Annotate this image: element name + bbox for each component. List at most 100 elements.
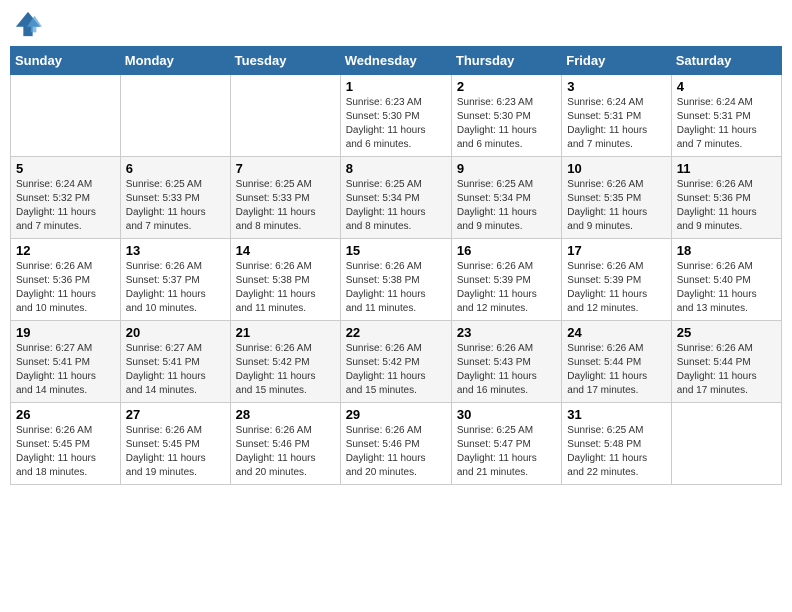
day-number: 10 <box>567 161 665 176</box>
calendar-cell <box>11 75 121 157</box>
calendar-cell <box>230 75 340 157</box>
calendar-cell: 28 Sunrise: 6:26 AM Sunset: 5:46 PM Dayli… <box>230 403 340 485</box>
day-number: 20 <box>126 325 225 340</box>
calendar-week-5: 26 Sunrise: 6:26 AM Sunset: 5:45 PM Dayli… <box>11 403 782 485</box>
calendar-cell: 8 Sunrise: 6:25 AM Sunset: 5:34 PM Daylig… <box>340 157 451 239</box>
calendar-cell: 10Sunrise: 6:26 AM Sunset: 5:35 PM Dayli… <box>562 157 671 239</box>
cell-info: Sunrise: 6:26 AM Sunset: 5:46 PM Dayligh… <box>346 424 446 480</box>
cell-info: Sunrise: 6:25 AM Sunset: 5:34 PM Dayligh… <box>346 178 446 234</box>
day-number: 31 <box>567 407 665 422</box>
cell-info: Sunrise: 6:26 AM Sunset: 5:39 PM Dayligh… <box>567 260 665 316</box>
calendar-cell: 27 Sunrise: 6:26 AM Sunset: 5:45 PM Dayli… <box>120 403 230 485</box>
day-number: 4 <box>677 79 776 94</box>
calendar-cell <box>671 403 781 485</box>
cell-info: Sunrise: 6:26 AM Sunset: 5:42 PM Dayligh… <box>346 342 446 398</box>
day-number: 7 <box>236 161 335 176</box>
calendar-week-4: 19 Sunrise: 6:27 AM Sunset: 5:41 PM Dayli… <box>11 321 782 403</box>
calendar-week-1: 1 Sunrise: 6:23 AM Sunset: 5:30 PM Daylig… <box>11 75 782 157</box>
day-number: 1 <box>346 79 446 94</box>
day-number: 14 <box>236 243 335 258</box>
day-number: 28 <box>236 407 335 422</box>
calendar-week-3: 12 Sunrise: 6:26 AM Sunset: 5:36 PM Dayli… <box>11 239 782 321</box>
calendar-header-wednesday: Wednesday <box>340 47 451 75</box>
calendar-cell: 24 Sunrise: 6:26 AM Sunset: 5:44 PM Dayli… <box>562 321 671 403</box>
logo <box>14 10 44 38</box>
cell-info: Sunrise: 6:26 AM Sunset: 5:38 PM Dayligh… <box>236 260 335 316</box>
cell-info: Sunrise: 6:26 AM Sunset: 5:42 PM Dayligh… <box>236 342 335 398</box>
cell-info: Sunrise: 6:26 AM Sunset: 5:44 PM Dayligh… <box>677 342 776 398</box>
day-number: 15 <box>346 243 446 258</box>
day-number: 26 <box>16 407 115 422</box>
calendar-week-2: 5 Sunrise: 6:24 AM Sunset: 5:32 PM Daylig… <box>11 157 782 239</box>
day-number: 17 <box>567 243 665 258</box>
calendar-cell: 21 Sunrise: 6:26 AM Sunset: 5:42 PM Dayli… <box>230 321 340 403</box>
cell-info: Sunrise: 6:26 AM Sunset: 5:36 PM Dayligh… <box>677 178 776 234</box>
cell-info: Sunrise: 6:25 AM Sunset: 5:33 PM Dayligh… <box>236 178 335 234</box>
cell-info: Sunrise: 6:23 AM Sunset: 5:30 PM Dayligh… <box>457 96 556 152</box>
calendar-cell: 26 Sunrise: 6:26 AM Sunset: 5:45 PM Dayli… <box>11 403 121 485</box>
calendar-cell: 15 Sunrise: 6:26 AM Sunset: 5:38 PM Dayli… <box>340 239 451 321</box>
calendar-cell: 13Sunrise: 6:26 AM Sunset: 5:37 PM Dayli… <box>120 239 230 321</box>
calendar-cell: 25 Sunrise: 6:26 AM Sunset: 5:44 PM Dayli… <box>671 321 781 403</box>
calendar-cell: 12 Sunrise: 6:26 AM Sunset: 5:36 PM Dayli… <box>11 239 121 321</box>
cell-info: Sunrise: 6:26 AM Sunset: 5:37 PM Dayligh… <box>126 260 225 316</box>
day-number: 2 <box>457 79 556 94</box>
cell-info: Sunrise: 6:26 AM Sunset: 5:39 PM Dayligh… <box>457 260 556 316</box>
cell-info: Sunrise: 6:26 AM Sunset: 5:46 PM Dayligh… <box>236 424 335 480</box>
page-header <box>10 10 782 38</box>
cell-info: Sunrise: 6:27 AM Sunset: 5:41 PM Dayligh… <box>126 342 225 398</box>
day-number: 8 <box>346 161 446 176</box>
calendar-cell: 22 Sunrise: 6:26 AM Sunset: 5:42 PM Dayli… <box>340 321 451 403</box>
cell-info: Sunrise: 6:26 AM Sunset: 5:43 PM Dayligh… <box>457 342 556 398</box>
day-number: 16 <box>457 243 556 258</box>
cell-info: Sunrise: 6:24 AM Sunset: 5:31 PM Dayligh… <box>677 96 776 152</box>
day-number: 5 <box>16 161 115 176</box>
calendar-cell: 5 Sunrise: 6:24 AM Sunset: 5:32 PM Daylig… <box>11 157 121 239</box>
calendar-cell: 4 Sunrise: 6:24 AM Sunset: 5:31 PM Daylig… <box>671 75 781 157</box>
calendar-cell: 29 Sunrise: 6:26 AM Sunset: 5:46 PM Dayli… <box>340 403 451 485</box>
cell-info: Sunrise: 6:27 AM Sunset: 5:41 PM Dayligh… <box>16 342 115 398</box>
calendar-cell: 11 Sunrise: 6:26 AM Sunset: 5:36 PM Dayli… <box>671 157 781 239</box>
calendar-cell: 16 Sunrise: 6:26 AM Sunset: 5:39 PM Dayli… <box>451 239 561 321</box>
cell-info: Sunrise: 6:25 AM Sunset: 5:47 PM Dayligh… <box>457 424 556 480</box>
day-number: 6 <box>126 161 225 176</box>
day-number: 19 <box>16 325 115 340</box>
calendar-cell: 19 Sunrise: 6:27 AM Sunset: 5:41 PM Dayli… <box>11 321 121 403</box>
day-number: 18 <box>677 243 776 258</box>
day-number: 12 <box>16 243 115 258</box>
cell-info: Sunrise: 6:25 AM Sunset: 5:34 PM Dayligh… <box>457 178 556 234</box>
cell-info: Sunrise: 6:26 AM Sunset: 5:38 PM Dayligh… <box>346 260 446 316</box>
day-number: 11 <box>677 161 776 176</box>
calendar-cell: 3Sunrise: 6:24 AM Sunset: 5:31 PM Daylig… <box>562 75 671 157</box>
day-number: 24 <box>567 325 665 340</box>
logo-icon <box>14 10 42 38</box>
cell-info: Sunrise: 6:26 AM Sunset: 5:45 PM Dayligh… <box>126 424 225 480</box>
day-number: 25 <box>677 325 776 340</box>
day-number: 29 <box>346 407 446 422</box>
calendar-header-friday: Friday <box>562 47 671 75</box>
calendar-header-monday: Monday <box>120 47 230 75</box>
calendar-cell: 7 Sunrise: 6:25 AM Sunset: 5:33 PM Daylig… <box>230 157 340 239</box>
cell-info: Sunrise: 6:25 AM Sunset: 5:48 PM Dayligh… <box>567 424 665 480</box>
calendar-cell: 18 Sunrise: 6:26 AM Sunset: 5:40 PM Dayli… <box>671 239 781 321</box>
day-number: 30 <box>457 407 556 422</box>
calendar-header-saturday: Saturday <box>671 47 781 75</box>
calendar-cell: 6Sunrise: 6:25 AM Sunset: 5:33 PM Daylig… <box>120 157 230 239</box>
calendar-header-row: SundayMondayTuesdayWednesdayThursdayFrid… <box>11 47 782 75</box>
cell-info: Sunrise: 6:26 AM Sunset: 5:45 PM Dayligh… <box>16 424 115 480</box>
cell-info: Sunrise: 6:24 AM Sunset: 5:32 PM Dayligh… <box>16 178 115 234</box>
calendar-cell: 1Sunrise: 6:23 AM Sunset: 5:30 PM Daylig… <box>340 75 451 157</box>
cell-info: Sunrise: 6:24 AM Sunset: 5:31 PM Dayligh… <box>567 96 665 152</box>
calendar-cell: 20 Sunrise: 6:27 AM Sunset: 5:41 PM Dayli… <box>120 321 230 403</box>
cell-info: Sunrise: 6:26 AM Sunset: 5:44 PM Dayligh… <box>567 342 665 398</box>
day-number: 22 <box>346 325 446 340</box>
calendar-table: SundayMondayTuesdayWednesdayThursdayFrid… <box>10 46 782 485</box>
day-number: 21 <box>236 325 335 340</box>
day-number: 9 <box>457 161 556 176</box>
calendar-cell: 2 Sunrise: 6:23 AM Sunset: 5:30 PM Daylig… <box>451 75 561 157</box>
day-number: 27 <box>126 407 225 422</box>
cell-info: Sunrise: 6:26 AM Sunset: 5:40 PM Dayligh… <box>677 260 776 316</box>
calendar-cell: 23Sunrise: 6:26 AM Sunset: 5:43 PM Dayli… <box>451 321 561 403</box>
cell-info: Sunrise: 6:26 AM Sunset: 5:36 PM Dayligh… <box>16 260 115 316</box>
calendar-header-sunday: Sunday <box>11 47 121 75</box>
